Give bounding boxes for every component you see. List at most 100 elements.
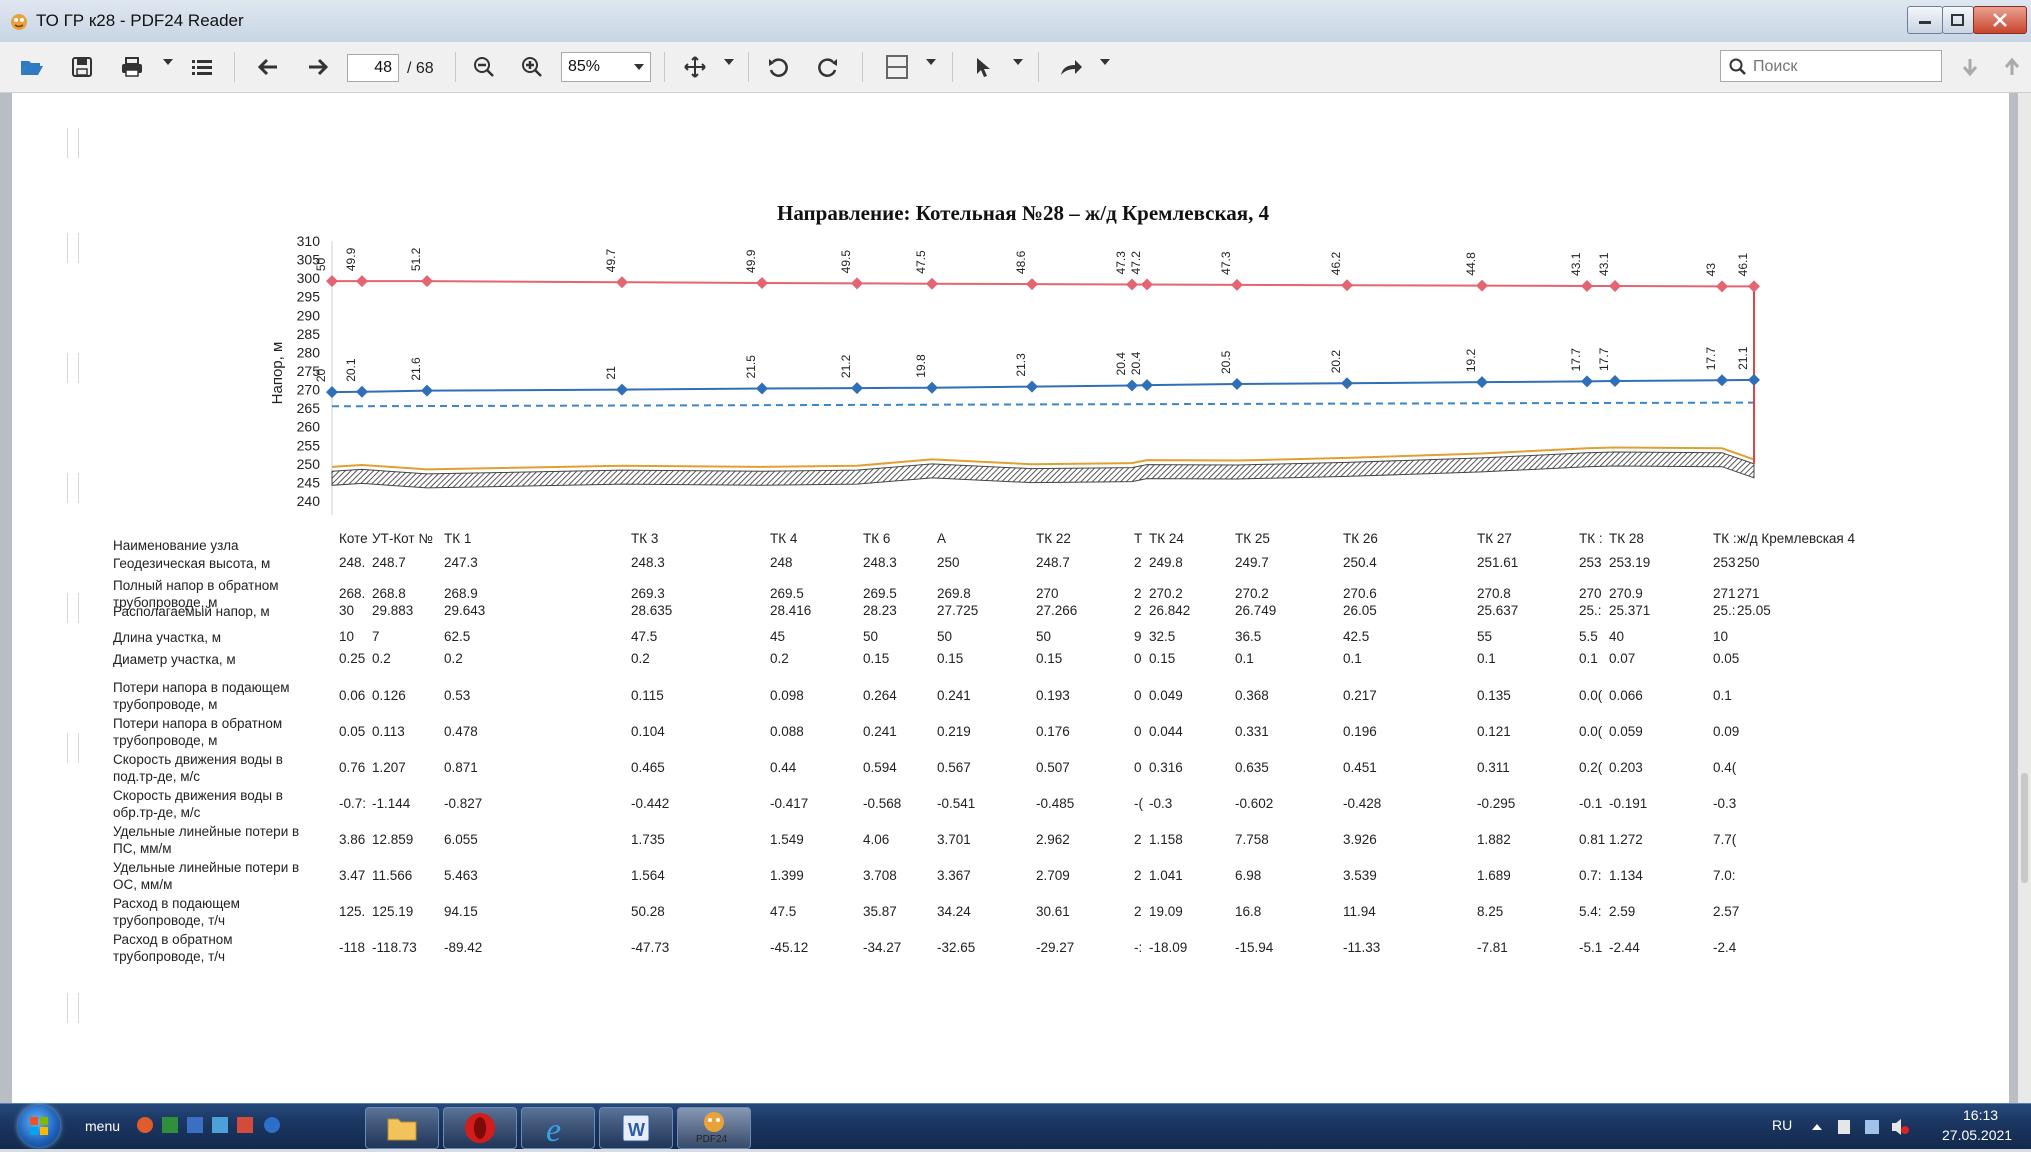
- zoom-value: 85%: [568, 58, 601, 75]
- data-point-marker: [1231, 278, 1243, 291]
- table-cell: 271: [1713, 586, 1736, 601]
- table-cell: -0.541: [937, 796, 976, 811]
- data-point-label: 17.7: [1704, 347, 1718, 371]
- data-point-marker: [851, 382, 863, 395]
- select-tool-button[interactable]: [968, 52, 998, 82]
- outline-button[interactable]: [187, 52, 217, 82]
- list-icon: [192, 60, 212, 75]
- vertical-scrollbar[interactable]: [2018, 93, 2031, 1103]
- scrollbar-thumb[interactable]: [2021, 773, 2028, 883]
- table-cell: 270.6: [1343, 586, 1377, 601]
- y-tick-label: 270: [297, 382, 321, 398]
- page-layout-button[interactable]: [882, 52, 912, 82]
- table-cell: 268.: [339, 586, 366, 601]
- table-cell: 62.5: [444, 629, 471, 644]
- data-point-label: 50: [314, 257, 328, 271]
- quicklaunch-icons[interactable]: [135, 1114, 305, 1136]
- table-cell: -0.3: [1149, 796, 1173, 811]
- document-viewport[interactable]: Направление: Котельная №28 – ж/д Кремлев…: [0, 93, 2031, 1103]
- table-cell: 30.61: [1036, 904, 1070, 919]
- layout-dropdown-caret[interactable]: [926, 59, 936, 65]
- table-cell: 3.86: [339, 832, 366, 847]
- data-point-marker: [1748, 280, 1760, 293]
- table-cell: 0.2: [631, 651, 650, 666]
- table-cell: 12.859: [372, 832, 414, 847]
- table-cell: 250: [937, 555, 960, 570]
- table-cell: 253: [1579, 555, 1602, 570]
- search-previous-button[interactable]: [1997, 52, 2027, 82]
- taskbar-explorer[interactable]: [365, 1107, 439, 1149]
- table-column-header: ТК 28: [1609, 531, 1644, 546]
- language-indicator[interactable]: RU: [1772, 1117, 1792, 1133]
- data-point-label: 21.3: [1014, 353, 1028, 377]
- print-button[interactable]: [117, 52, 147, 82]
- print-dropdown-caret[interactable]: [163, 59, 173, 65]
- supply-head-line: [332, 280, 1754, 288]
- table-cell: 50.28: [631, 904, 665, 919]
- rotate-right-button[interactable]: [813, 52, 843, 82]
- table-cell: -5.1: [1579, 940, 1603, 955]
- table-cell: 50: [937, 629, 953, 644]
- table-cell: 2: [1134, 586, 1142, 601]
- table-cell: 0.368: [1235, 688, 1269, 703]
- table-cell: 0.113: [372, 724, 405, 739]
- maximize-button[interactable]: [1942, 6, 1974, 34]
- page-layout-icon: [886, 55, 908, 79]
- zoom-in-button[interactable]: [517, 52, 547, 82]
- share-dropdown-caret[interactable]: [1100, 59, 1110, 65]
- table-cell: -0.428: [1343, 796, 1382, 811]
- table-cell: 0.1: [1343, 651, 1362, 666]
- share-button[interactable]: [1056, 52, 1086, 82]
- select-dropdown-caret[interactable]: [1013, 59, 1023, 65]
- table-cell: 0.203: [1609, 760, 1643, 775]
- table-cell: -(: [1134, 796, 1143, 811]
- table-cell: 0.2: [372, 651, 391, 666]
- table-cell: 4.06: [863, 832, 890, 847]
- data-point-marker: [1609, 375, 1621, 388]
- open-button[interactable]: [17, 52, 47, 82]
- data-point-label: 19.8: [914, 354, 928, 378]
- taskbar-word[interactable]: W: [599, 1107, 673, 1149]
- start-button[interactable]: [18, 1105, 60, 1147]
- menu-label[interactable]: menu: [85, 1118, 120, 1134]
- data-point-marker: [616, 383, 628, 396]
- data-point-marker: [1231, 378, 1243, 390]
- table-cell: -34.27: [863, 940, 902, 955]
- search-input[interactable]: [1751, 55, 1935, 79]
- search-box[interactable]: [1720, 50, 1942, 82]
- scan-margin-mark: [67, 128, 79, 158]
- taskbar-pdf24[interactable]: PDF24: [677, 1107, 751, 1149]
- table-cell: 248.3: [631, 555, 665, 570]
- tray-icons[interactable]: [1810, 1116, 1910, 1138]
- pdf24-label: PDF24: [696, 1134, 728, 1145]
- search-next-button[interactable]: [1955, 52, 1985, 82]
- minimize-button[interactable]: [1907, 6, 1943, 34]
- table-cell: 0.049: [1149, 688, 1183, 703]
- next-page-button[interactable]: [303, 52, 333, 82]
- table-cell: 269.8: [937, 586, 971, 601]
- previous-page-button[interactable]: [253, 52, 283, 82]
- table-cell: 0.871: [444, 760, 478, 775]
- data-point-marker: [1581, 375, 1593, 388]
- table-cell: 2: [1134, 832, 1142, 847]
- pdf-page: Направление: Котельная №28 – ж/д Кремлев…: [12, 93, 2009, 1103]
- table-cell: 268.8: [372, 586, 406, 601]
- taskbar-ie[interactable]: e: [521, 1107, 595, 1149]
- table-cell: 2: [1134, 555, 1142, 570]
- taskbar-opera[interactable]: [443, 1107, 517, 1149]
- table-cell: 0.44: [770, 760, 797, 775]
- zoom-select[interactable]: 85%: [561, 52, 651, 82]
- pan-tool-button[interactable]: [680, 52, 710, 82]
- data-point-marker: [926, 277, 938, 290]
- rotate-left-button[interactable]: [763, 52, 793, 82]
- table-cell: 269.3: [631, 586, 665, 601]
- table-cell: 10: [1713, 629, 1729, 644]
- page-number-input[interactable]: [347, 54, 399, 82]
- table-cell: 1.882: [1477, 832, 1511, 847]
- pan-dropdown-caret[interactable]: [724, 59, 734, 65]
- save-button[interactable]: [67, 52, 97, 82]
- close-button[interactable]: [1973, 6, 2027, 34]
- zoom-out-button[interactable]: [469, 52, 499, 82]
- table-cell: 94.15: [444, 904, 478, 919]
- data-point-marker: [1026, 380, 1038, 393]
